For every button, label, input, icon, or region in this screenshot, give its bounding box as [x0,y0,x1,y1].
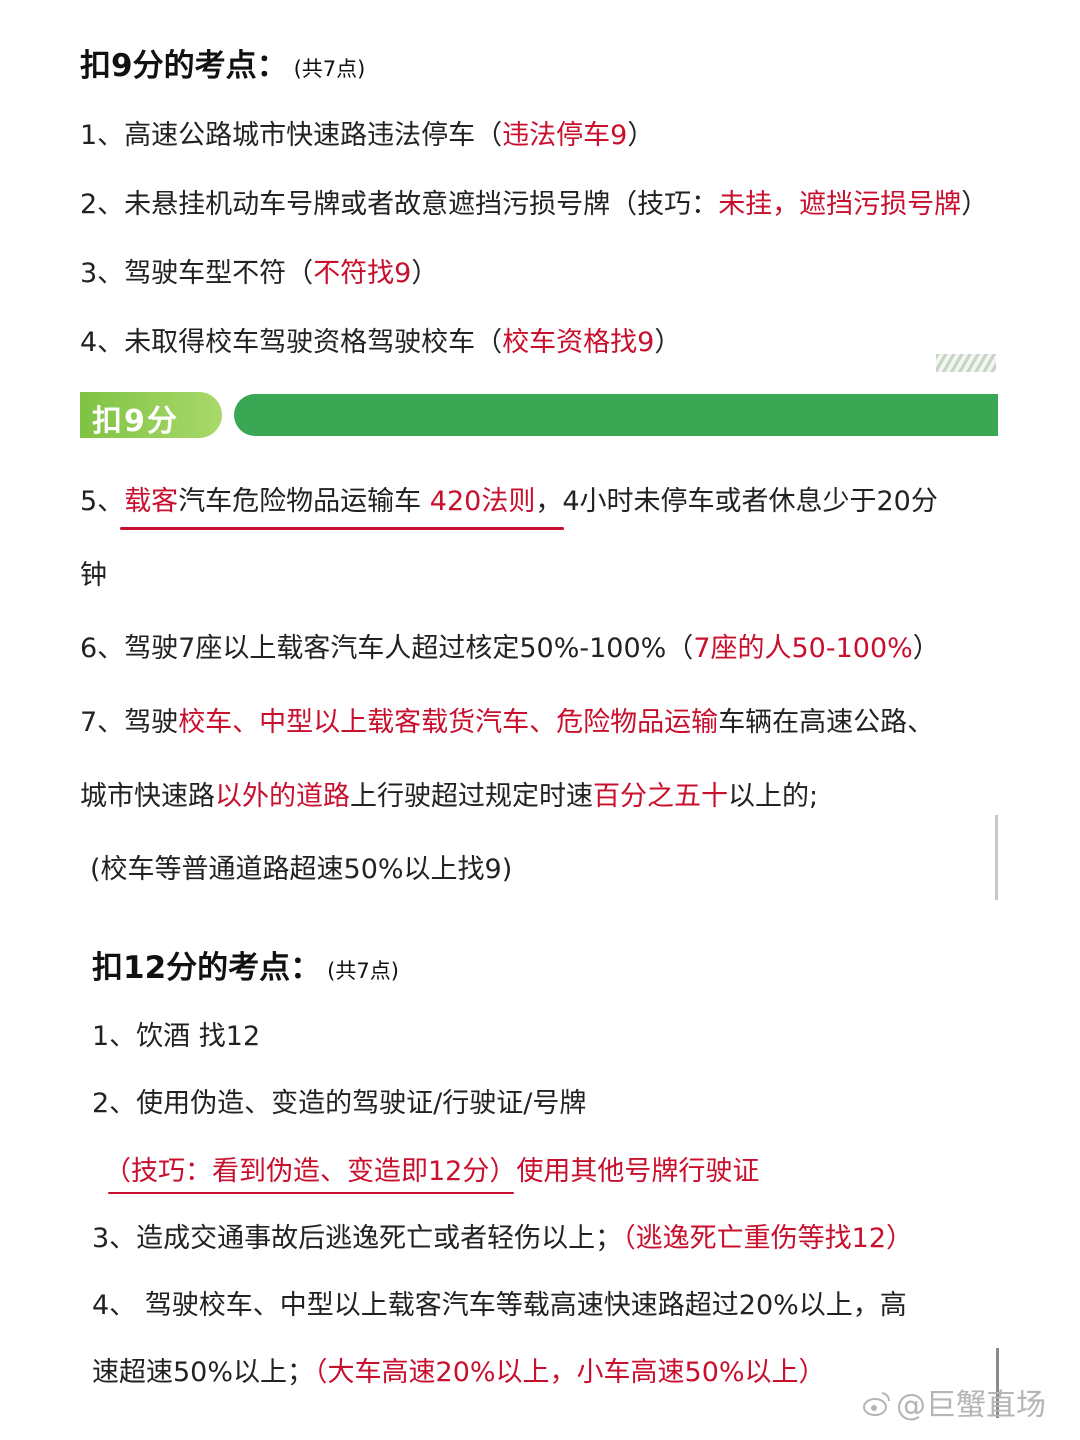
section-9-item-6: 6、驾驶7座以上载客汽车人超过核定50%-100%（7座的人50-100%） [80,631,940,667]
banner-tag: 扣9分 [80,392,222,439]
red-underline [120,527,564,530]
item-text: ，4小时未停车或者休息少于20分 [535,486,938,517]
section-9-item-7-line-2: 城市快速路以外的道路上行驶超过规定时速百分之五十以上的; [80,779,818,815]
item-tip: （逃逸死亡重伤等找12） [622,1223,914,1254]
watermark: @巨蟹直场 [862,1380,1046,1424]
section-9-item-7-note: (校车等普通道路超速50%以上找9) [90,852,512,888]
item-text: 2、未悬挂机动车号牌或者故意遮挡污损号牌（技巧： [80,189,719,220]
item-text: 7、驾驶 [80,707,179,738]
item-highlight: 以外的道路 [215,781,350,812]
section-9-item-3: 3、驾驶车型不符（不符找9） [80,256,438,292]
item-close: ） [627,120,655,151]
section-9-item-5-wrap: 钟 [80,558,107,594]
section-9-item-2: 2、未悬挂机动车号牌或者故意遮挡污损号牌（技巧：未挂，遮挡污损号牌） [80,187,988,223]
item-tip: （大车高速20%以上，小车高速50%以上） [314,1357,826,1388]
item-highlight: 载客 [124,486,179,517]
item-text: 以上的; [728,781,819,812]
item-tip: 7座的人50-100% [693,633,913,664]
item-tip: 未挂，遮挡污损号牌 [718,189,962,220]
item-text: 上行驶超过规定时速 [350,781,593,812]
item-highlight: 420法则 [429,486,536,517]
item-highlight: 百分之五十 [593,781,728,812]
section-banner: 扣9分 [80,388,998,442]
section-12-item-2-tip: （技巧：看到伪造、变造即12分）使用其他号牌行驶证 [104,1154,759,1190]
section-12-title: 扣12分的考点： [92,950,322,986]
item-close: ） [411,258,439,289]
weibo-logo-icon [863,1392,891,1416]
section-12-item-4-line-2: 速超速50%以上；（大车高速20%以上，小车高速50%以上） [92,1355,826,1391]
section-9-title: 扣9分的考点： [80,48,288,84]
red-underline [108,1192,514,1194]
item-tip: 不符找9 [313,258,412,289]
item-text: 6、驾驶7座以上载客汽车人超过核定50%-100%（ [80,633,694,664]
section-12-item-2: 2、使用伪造、变造的驾驶证/行驶证/号牌 [92,1086,586,1122]
item-tip: 违法停车9 [502,120,628,151]
section-9-item-5: 5、载客汽车危险物品运输车 420法则，4小时未停车或者休息少于20分 [80,484,938,520]
item-tip: 校车资格找9 [502,327,655,358]
section-9-heading: 扣9分的考点： (共7点) [80,48,365,87]
banner-bar [234,394,998,436]
section-9-item-4: 4、未取得校车驾驶资格驾驶校车（校车资格找9） [80,325,681,361]
item-text: 汽车危险物品运输车 [178,486,430,517]
section-12-heading: 扣12分的考点： (共7点) [92,950,399,989]
item-highlight: 校车、中型以上载客载货汽车、危险物品运输 [178,707,719,738]
item-text: 车辆在高速公路、 [718,707,935,738]
item-text: 4、未取得校车驾驶资格驾驶校车（ [80,327,503,358]
item-text: 3、驾驶车型不符（ [80,258,314,289]
page: 扣9分的考点： (共7点) 1、高速公路城市快速路违法停车（违法停车9） 2、未悬… [0,0,1080,1440]
item-text: 钟 [80,560,107,591]
item-text: 3、造成交通事故后逃逸死亡或者轻伤以上； [92,1223,623,1254]
banner-label: 扣9分 [92,404,179,439]
item-text: 1、饮酒 找12 [92,1021,261,1052]
item-num: 5、 [80,486,125,517]
edge-mark [995,815,998,900]
item-text: 1、高速公路城市快速路违法停车（ [80,120,503,151]
section-12-count: (共7点) [327,959,399,983]
section-9-count: (共7点) [293,57,366,81]
section-9-item-1: 1、高速公路城市快速路违法停车（违法停车9） [80,118,654,154]
item-note: (校车等普通道路超速50%以上找9) [90,854,513,885]
item-text: 城市快速路 [80,781,215,812]
watermark-text: @巨蟹直场 [896,1388,1046,1423]
item-tip: （技巧：看到伪造、变造即12分）使用其他号牌行驶证 [104,1156,760,1187]
section-12-item-4: 4、 驾驶校车、中型以上载客汽车等载高速快速路超过20%以上，高 [92,1288,907,1324]
item-close: ） [961,189,989,220]
section-12-item-3: 3、造成交通事故后逃逸死亡或者轻伤以上；（逃逸死亡重伤等找12） [92,1221,913,1257]
section-12-item-1: 1、饮酒 找12 [92,1019,260,1055]
item-text: 4、 驾驶校车、中型以上载客汽车等载高速快速路超过20%以上，高 [92,1290,907,1321]
section-9-item-7: 7、驾驶校车、中型以上载客载货汽车、危险物品运输车辆在高速公路、 [80,705,934,741]
item-close: ） [912,633,940,664]
item-text: 速超速50%以上； [92,1357,315,1388]
item-text: 2、使用伪造、变造的驾驶证/行驶证/号牌 [92,1088,587,1119]
item-close: ） [654,327,682,358]
decorative-leaf-image [936,354,996,372]
